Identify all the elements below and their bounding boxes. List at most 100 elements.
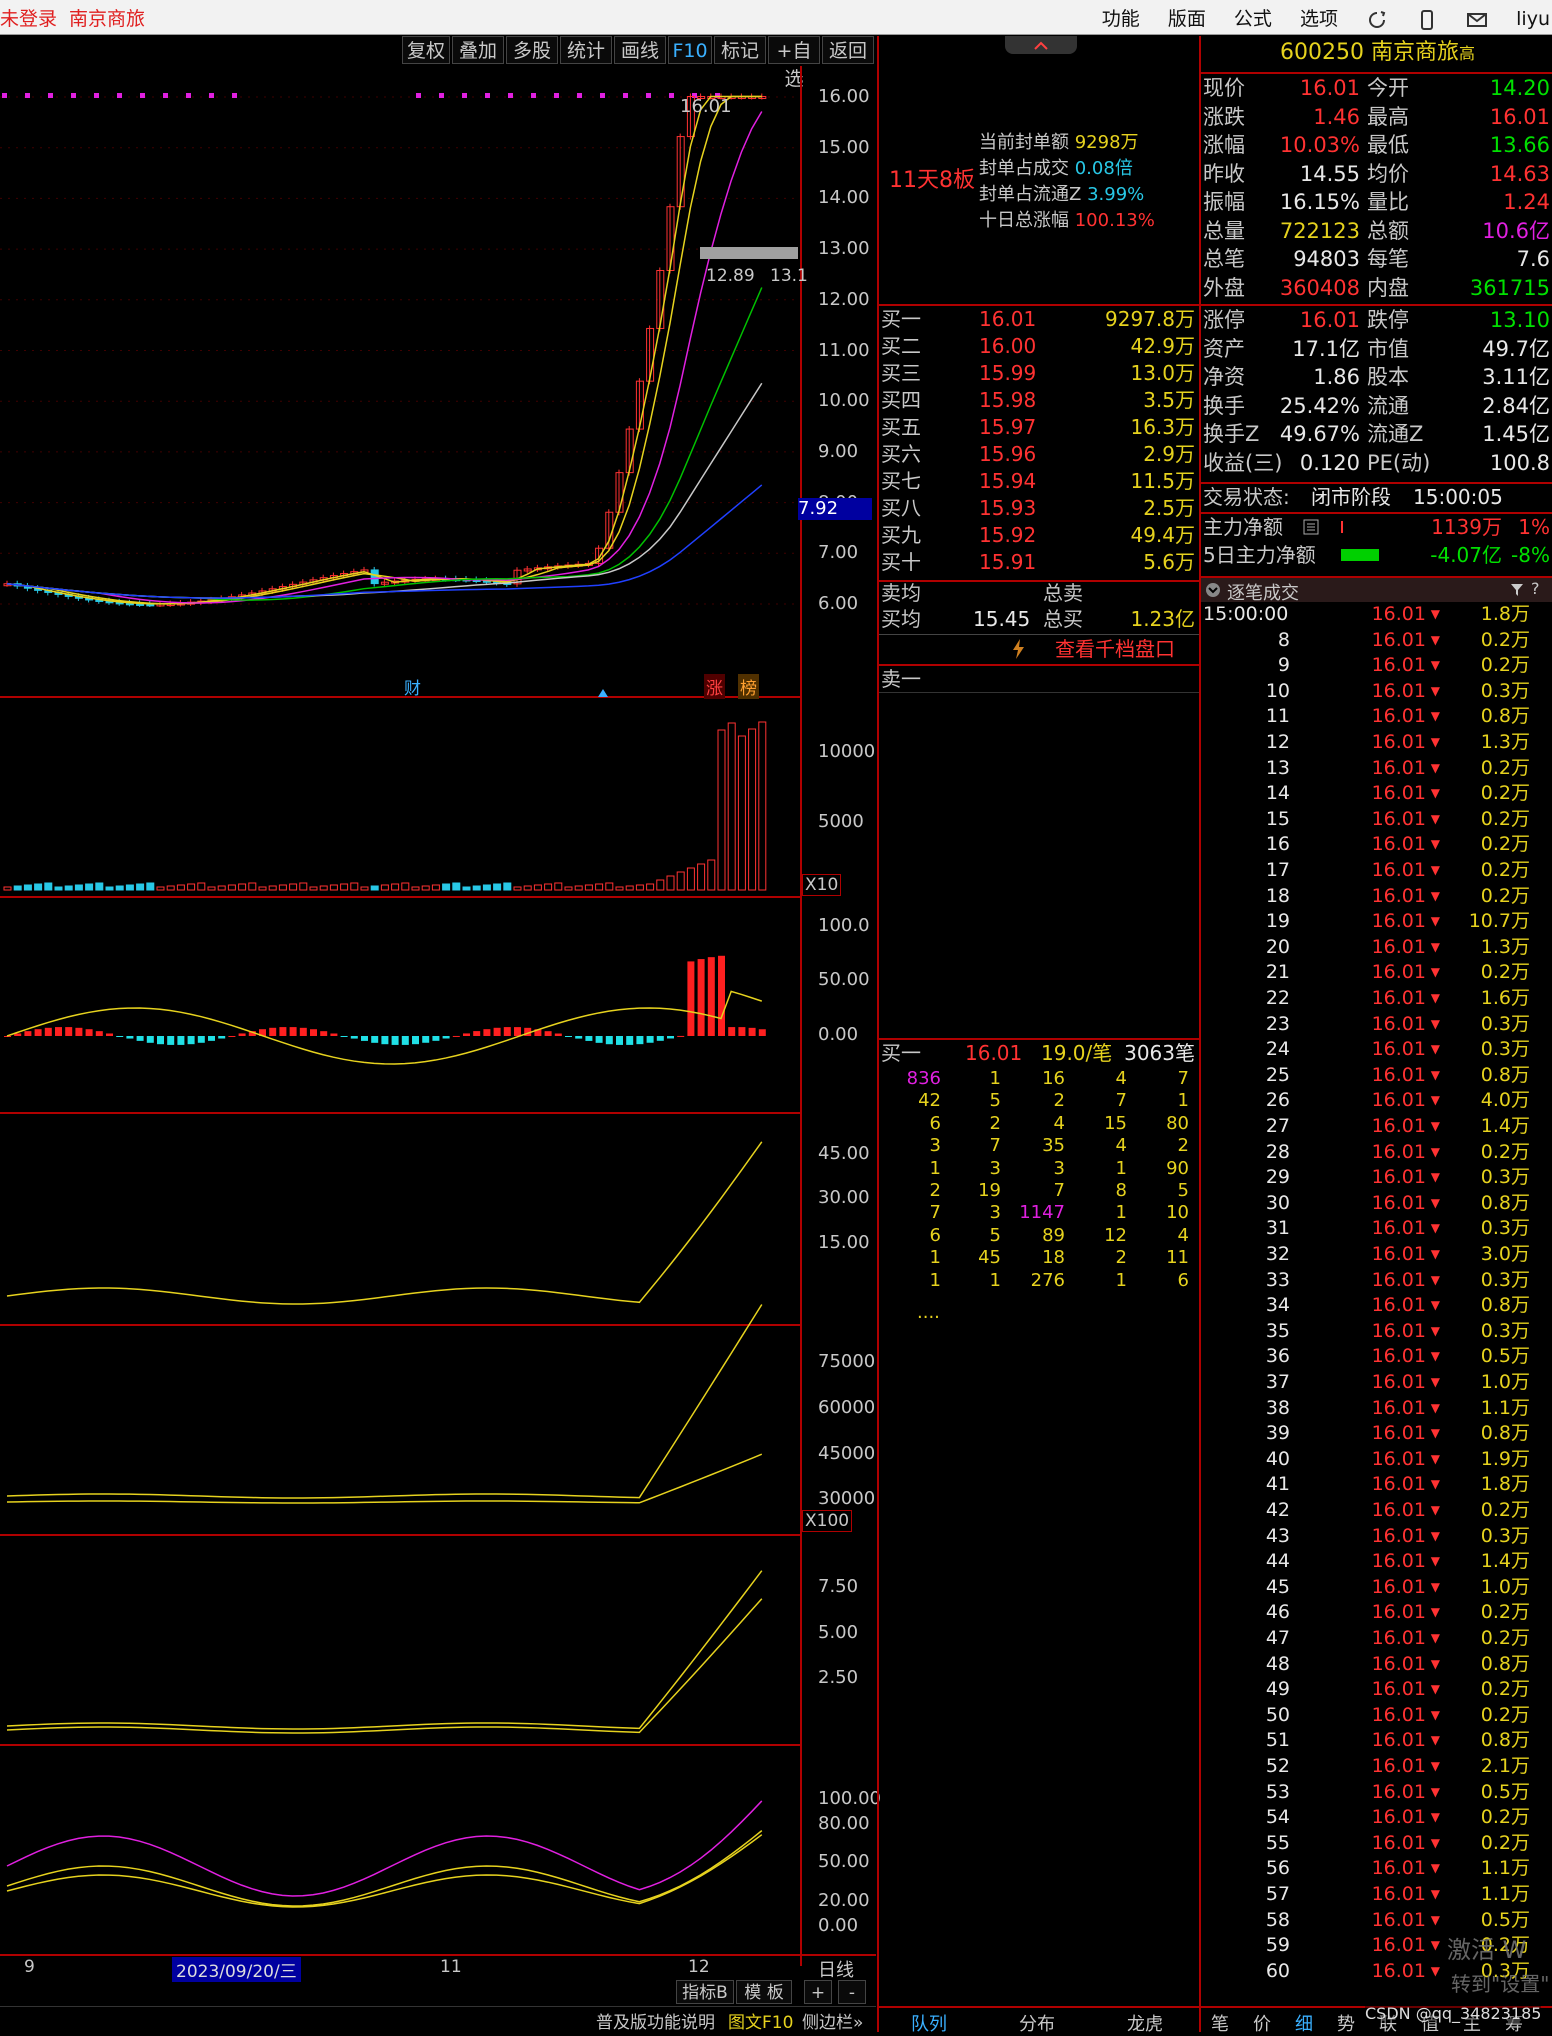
tick-row[interactable]: 53 16.01 ▼ 0.5万 — [1201, 1780, 1552, 1805]
restore-rights-button[interactable]: 复权 — [402, 36, 450, 64]
view-full-book-link[interactable]: 查看千档盘口 — [1055, 636, 1175, 662]
finance-marker[interactable]: 财 — [404, 674, 421, 699]
tick-row[interactable]: 15:00:00 16.01 ▼ 1.8万 — [1201, 602, 1552, 627]
tick-row[interactable]: 24 16.01 ▼ 0.3万 — [1201, 1037, 1552, 1062]
tab-distribution[interactable]: 分布 — [1019, 2010, 1055, 2036]
tick-row[interactable]: 36 16.01 ▼ 0.5万 — [1201, 1344, 1552, 1369]
menu-formula[interactable]: 公式 — [1234, 4, 1272, 31]
draw-line-button[interactable]: 画线 — [614, 36, 666, 64]
bid-row[interactable]: 买四 15.98 3.5万 — [879, 387, 1199, 413]
filter-icon[interactable] — [1509, 582, 1525, 598]
menu-function[interactable]: 功能 — [1102, 4, 1140, 31]
f10-text-link[interactable]: 图文F10 — [728, 2008, 793, 2033]
queue-more[interactable]: .... — [917, 1302, 940, 1323]
login-status[interactable]: 未登录 — [0, 8, 57, 30]
phone-icon[interactable] — [1416, 9, 1438, 30]
bid-row[interactable]: 买十 15.91 5.6万 — [879, 549, 1199, 575]
tick-row[interactable]: 14 16.01 ▼ 0.2万 — [1201, 781, 1552, 806]
tick-row[interactable]: 37 16.01 ▼ 1.0万 — [1201, 1370, 1552, 1395]
tick-row[interactable]: 41 16.01 ▼ 1.8万 — [1201, 1472, 1552, 1497]
tick-row[interactable]: 32 16.01 ▼ 3.0万 — [1201, 1242, 1552, 1267]
tick-row[interactable]: 45 16.01 ▼ 1.0万 — [1201, 1575, 1552, 1600]
bid-row[interactable]: 买七 15.94 11.5万 — [879, 468, 1199, 494]
mail-icon[interactable] — [1466, 10, 1488, 30]
overlay-button[interactable]: 叠加 — [452, 36, 504, 64]
tick-tab[interactable]: 笔 — [1211, 2010, 1229, 2036]
tick-row[interactable]: 46 16.01 ▼ 0.2万 — [1201, 1600, 1552, 1625]
menu-options[interactable]: 选项 — [1300, 4, 1338, 31]
tick-row[interactable]: 40 16.01 ▼ 1.9万 — [1201, 1447, 1552, 1472]
tick-row[interactable]: 12 16.01 ▼ 1.3万 — [1201, 730, 1552, 755]
tick-row[interactable]: 17 16.01 ▼ 0.2万 — [1201, 858, 1552, 883]
bid-row[interactable]: 买九 15.92 49.4万 — [879, 522, 1199, 548]
refresh-icon[interactable] — [1366, 10, 1388, 30]
tick-row[interactable]: 31 16.01 ▼ 0.3万 — [1201, 1216, 1552, 1241]
tab-dragon-tiger[interactable]: 龙虎 — [1127, 2010, 1163, 2036]
tick-row[interactable]: 27 16.01 ▼ 1.4万 — [1201, 1114, 1552, 1139]
tick-row[interactable]: 33 16.01 ▼ 0.3万 — [1201, 1268, 1552, 1293]
tick-row[interactable]: 13 16.01 ▼ 0.2万 — [1201, 756, 1552, 781]
tick-row[interactable]: 20 16.01 ▼ 1.3万 — [1201, 935, 1552, 960]
period-button[interactable]: 日线 — [818, 1956, 854, 1982]
tick-row[interactable]: 50 16.01 ▼ 0.2万 — [1201, 1703, 1552, 1728]
tick-row[interactable]: 47 16.01 ▼ 0.2万 — [1201, 1626, 1552, 1651]
tick-row[interactable]: 42 16.01 ▼ 0.2万 — [1201, 1498, 1552, 1523]
back-button[interactable]: 返回 — [822, 36, 874, 64]
tick-row[interactable]: 51 16.01 ▼ 0.8万 — [1201, 1728, 1552, 1753]
tick-row[interactable]: 49 16.01 ▼ 0.2万 — [1201, 1677, 1552, 1702]
tick-row[interactable]: 56 16.01 ▼ 1.1万 — [1201, 1856, 1552, 1881]
tick-row[interactable]: 38 16.01 ▼ 1.1万 — [1201, 1396, 1552, 1421]
tick-row[interactable]: 22 16.01 ▼ 1.6万 — [1201, 986, 1552, 1011]
tick-row[interactable]: 58 16.01 ▼ 0.5万 — [1201, 1908, 1552, 1933]
tab-queue[interactable]: 队列 — [911, 2010, 947, 2036]
tick-row[interactable]: 54 16.01 ▼ 0.2万 — [1201, 1805, 1552, 1830]
tick-row[interactable]: 39 16.01 ▼ 0.8万 — [1201, 1421, 1552, 1446]
tick-row[interactable]: 23 16.01 ▼ 0.3万 — [1201, 1012, 1552, 1037]
f10-button[interactable]: F10 — [668, 36, 712, 64]
template-button[interactable]: 模 板 — [736, 1980, 792, 2004]
limit-up-marker[interactable]: 涨 — [704, 674, 725, 699]
tick-row[interactable]: 29 16.01 ▼ 0.3万 — [1201, 1165, 1552, 1190]
tick-tab[interactable]: 价 — [1253, 2010, 1271, 2036]
tick-row[interactable]: 18 16.01 ▼ 0.2万 — [1201, 884, 1552, 909]
help-link[interactable]: 普及版功能说明 — [596, 2008, 715, 2033]
tick-row[interactable]: 48 16.01 ▼ 0.8万 — [1201, 1652, 1552, 1677]
tick-row[interactable]: 52 16.01 ▼ 2.1万 — [1201, 1754, 1552, 1779]
bid-row[interactable]: 买六 15.96 2.9万 — [879, 441, 1199, 467]
bid-row[interactable]: 买三 15.99 13.0万 — [879, 360, 1199, 386]
tick-row[interactable]: 11 16.01 ▼ 0.8万 — [1201, 704, 1552, 729]
user-name[interactable]: liyu — [1516, 8, 1550, 30]
collapse-circle-icon[interactable] — [1205, 582, 1221, 598]
tick-row[interactable]: 28 16.01 ▼ 0.2万 — [1201, 1140, 1552, 1165]
tick-row[interactable]: 43 16.01 ▼ 0.3万 — [1201, 1524, 1552, 1549]
chart-canvas[interactable] — [0, 66, 800, 1966]
tick-row[interactable]: 35 16.01 ▼ 0.3万 — [1201, 1319, 1552, 1344]
rank-marker[interactable]: 榜 — [738, 674, 759, 699]
tick-row[interactable]: 25 16.01 ▼ 0.8万 — [1201, 1063, 1552, 1088]
zoom-out-button[interactable]: - — [838, 1980, 866, 2004]
tick-row[interactable]: 8 16.01 ▼ 0.2万 — [1201, 628, 1552, 653]
bid-row[interactable]: 买五 15.97 16.3万 — [879, 414, 1199, 440]
tick-row[interactable]: 16 16.01 ▼ 0.2万 — [1201, 832, 1552, 857]
tick-row[interactable]: 26 16.01 ▼ 4.0万 — [1201, 1088, 1552, 1113]
zoom-in-button[interactable]: + — [804, 1980, 832, 2004]
bid-row[interactable]: 买八 15.93 2.5万 — [879, 495, 1199, 521]
multi-stock-button[interactable]: 多股 — [506, 36, 558, 64]
tick-row[interactable]: 55 16.01 ▼ 0.2万 — [1201, 1831, 1552, 1856]
tick-row[interactable]: 30 16.01 ▼ 0.8万 — [1201, 1191, 1552, 1216]
tick-row[interactable]: 9 16.01 ▼ 0.2万 — [1201, 653, 1552, 678]
collapse-handle[interactable] — [1005, 36, 1077, 54]
add-watchlist-button[interactable]: +自选 — [768, 36, 820, 90]
tick-row[interactable]: 21 16.01 ▼ 0.2万 — [1201, 960, 1552, 985]
indicator-b-button[interactable]: 指标B — [676, 1980, 734, 2004]
list-icon[interactable] — [1303, 519, 1319, 535]
tick-row[interactable]: 44 16.01 ▼ 1.4万 — [1201, 1549, 1552, 1574]
tick-row[interactable]: 34 16.01 ▼ 0.8万 — [1201, 1293, 1552, 1318]
tick-row[interactable]: 10 16.01 ▼ 0.3万 — [1201, 679, 1552, 704]
tick-row[interactable]: 57 16.01 ▼ 1.1万 — [1201, 1882, 1552, 1907]
statistics-button[interactable]: 统计 — [560, 36, 612, 64]
tick-row[interactable]: 15 16.01 ▼ 0.2万 — [1201, 807, 1552, 832]
bid-row[interactable]: 买一 16.01 9297.8万 — [879, 306, 1199, 332]
tick-tab[interactable]: 细 — [1295, 2010, 1313, 2036]
mark-button[interactable]: 标记 — [714, 36, 766, 64]
